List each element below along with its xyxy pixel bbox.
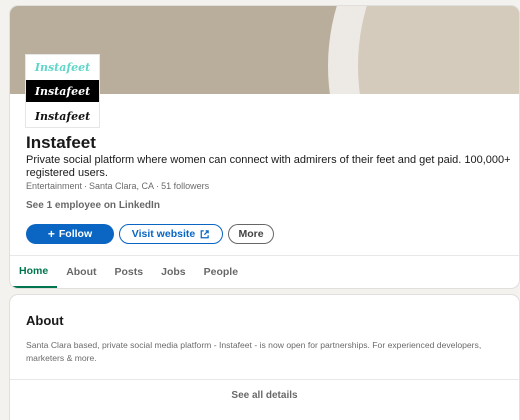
logo-text-black: Instafeet [34, 109, 91, 123]
action-buttons: + Follow Visit website More [26, 224, 274, 244]
page-tabs: Home About Posts Jobs People [10, 255, 519, 288]
about-heading: About [26, 313, 64, 328]
follow-button[interactable]: + Follow [26, 224, 114, 244]
banner-shape-beige [358, 6, 519, 94]
logo-text-inverted: Instafeet [26, 80, 99, 102]
tab-people[interactable]: People [195, 256, 247, 288]
tab-jobs[interactable]: Jobs [152, 256, 195, 288]
external-link-icon [200, 230, 209, 239]
meta-separator: · [156, 181, 160, 191]
meta-separator: · [84, 181, 88, 191]
company-followers[interactable]: 51 followers [161, 181, 209, 191]
company-meta: Entertainment · Santa Clara, CA · 51 followe… [26, 181, 209, 191]
company-top-card: Instafeet Instafeet Instafeet Instafeet … [10, 6, 519, 288]
about-card: About Santa Clara based, private social … [10, 295, 519, 420]
company-name: Instafeet [26, 133, 96, 152]
about-description: Santa Clara based, private social media … [26, 340, 482, 363]
more-button[interactable]: More [228, 224, 274, 244]
follow-label: Follow [58, 228, 93, 240]
visit-website-button[interactable]: Visit website [119, 224, 223, 244]
see-all-details-button[interactable]: See all details [10, 379, 519, 411]
tab-about[interactable]: About [57, 256, 105, 288]
tab-posts[interactable]: Posts [106, 256, 153, 288]
company-tagline: Private social platform where women can … [26, 154, 511, 179]
visit-website-label: Visit website [131, 228, 196, 240]
employees-link[interactable]: See 1 employee on LinkedIn [26, 200, 160, 211]
company-industry: Entertainment [26, 181, 83, 191]
company-logo[interactable]: Instafeet Instafeet Instafeet [25, 54, 100, 128]
tab-home[interactable]: Home [10, 256, 58, 288]
plus-icon: + [47, 227, 55, 241]
logo-text-teal: Instafeet [34, 60, 91, 74]
company-location: Santa Clara, CA [89, 181, 155, 191]
